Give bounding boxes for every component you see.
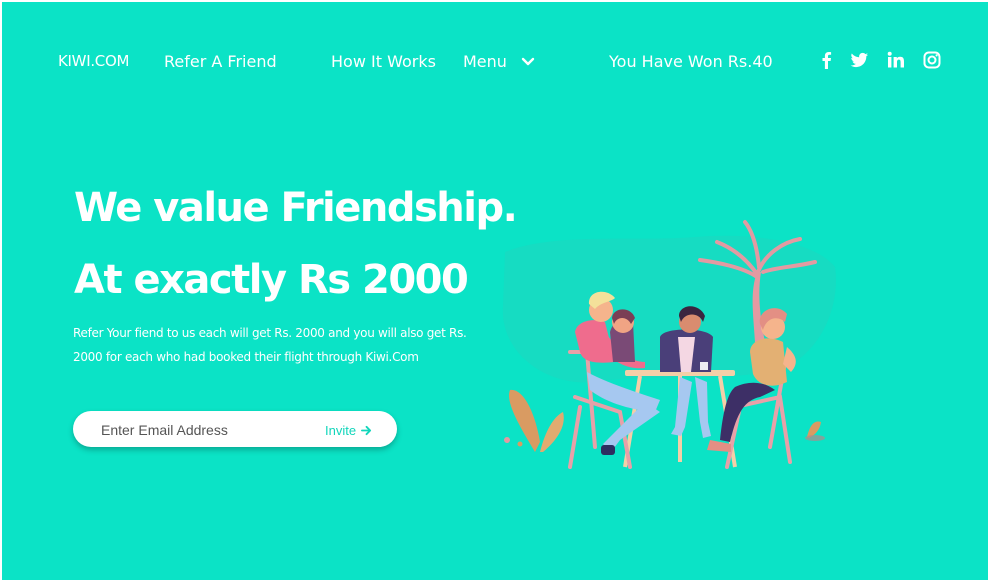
reward-status: You Have Won Rs.40 xyxy=(609,52,773,71)
page-frame: KIWI.COM Refer A Friend How It Works Men… xyxy=(2,2,988,580)
facebook-icon[interactable] xyxy=(817,50,837,70)
hero-description: Refer Your fiend to us each will get Rs.… xyxy=(73,326,467,364)
chevron-down-icon[interactable] xyxy=(520,54,536,70)
friends-at-table-illustration xyxy=(502,220,836,469)
invite-button[interactable]: Invite xyxy=(325,420,372,440)
nav-menu[interactable]: Menu xyxy=(463,52,507,71)
invite-form: Invite xyxy=(73,411,397,447)
brand-link[interactable]: KIWI.COM xyxy=(58,52,129,70)
hero-subtitle: At exactly Rs 2000 xyxy=(74,257,469,303)
invite-button-label: Invite xyxy=(325,422,357,438)
email-input[interactable] xyxy=(101,419,301,441)
linkedin-icon[interactable] xyxy=(886,50,906,70)
hero-title: We value Friendship. xyxy=(74,185,518,231)
twitter-icon[interactable] xyxy=(849,50,869,70)
nav-how-it-works[interactable]: How It Works xyxy=(331,52,436,71)
nav-refer-a-friend[interactable]: Refer A Friend xyxy=(164,52,277,71)
arrow-right-icon xyxy=(361,425,372,435)
instagram-icon[interactable] xyxy=(922,50,942,70)
